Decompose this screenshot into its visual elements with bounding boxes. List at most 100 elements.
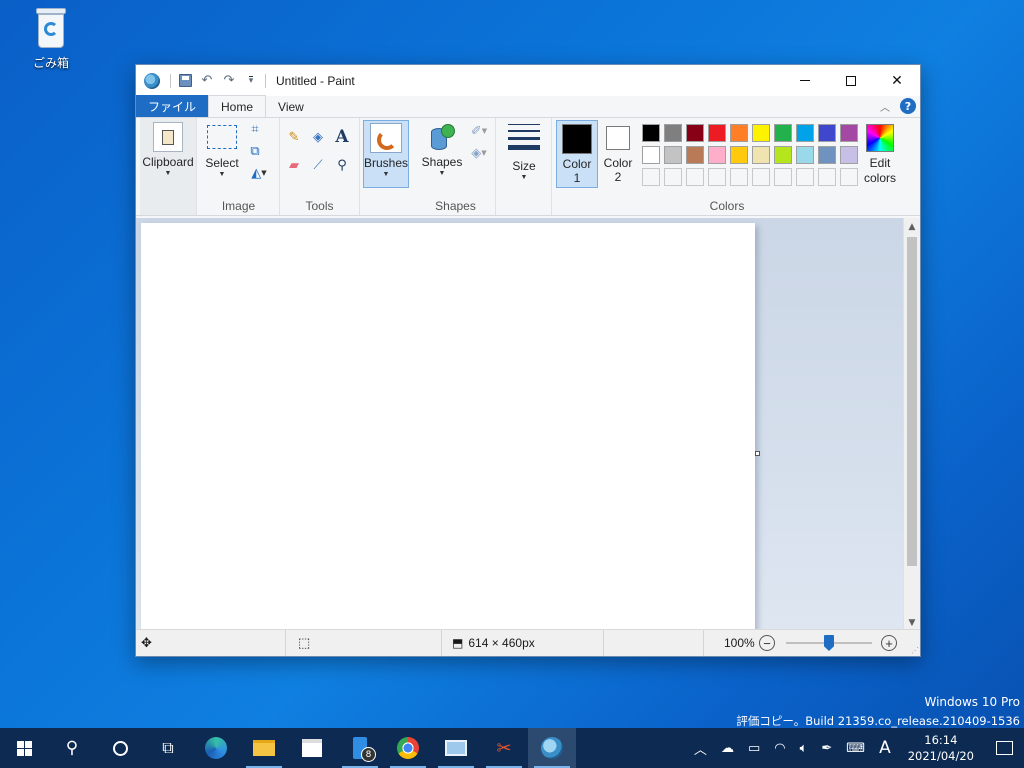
- color1-button[interactable]: Color 1: [556, 120, 598, 188]
- customize-qat-button[interactable]: ▾: [243, 73, 259, 89]
- maximize-button[interactable]: [828, 65, 874, 96]
- palette-custom-slot[interactable]: [664, 168, 682, 186]
- vertical-scrollbar[interactable]: ▲ ▼: [903, 218, 920, 631]
- onedrive-button[interactable]: ☁: [714, 741, 741, 756]
- touch-keyboard-button[interactable]: ⌨: [839, 741, 872, 756]
- recycle-bin-desktop-icon[interactable]: ごみ箱: [24, 8, 78, 71]
- eraser-icon[interactable]: ▰: [285, 156, 303, 174]
- color-picker-icon[interactable]: ⟋: [309, 156, 327, 174]
- task-view-button[interactable]: ⧉: [144, 728, 192, 768]
- zoom-in-button[interactable]: +: [881, 635, 897, 651]
- palette-custom-slot[interactable]: [774, 168, 792, 186]
- file-size-cell: [604, 630, 704, 656]
- redo-button[interactable]: ↷: [221, 73, 237, 89]
- select-button[interactable]: Select ▼: [200, 120, 244, 179]
- rotate-icon[interactable]: ◭ ▼: [246, 164, 272, 182]
- start-button[interactable]: [0, 728, 48, 768]
- remote-desktop-button[interactable]: [432, 728, 480, 768]
- palette-color-swatch[interactable]: [752, 146, 770, 164]
- tab-view[interactable]: View: [266, 96, 316, 117]
- color2-label-line2: 2: [614, 170, 622, 184]
- phone-app-button[interactable]: 8: [336, 728, 384, 768]
- palette-custom-slot[interactable]: [840, 168, 858, 186]
- outline-icon[interactable]: ✐ ▼: [466, 122, 492, 140]
- resize-grip-icon[interactable]: ⋰: [911, 646, 919, 655]
- search-button[interactable]: ⚲: [48, 728, 96, 768]
- palette-custom-slot[interactable]: [686, 168, 704, 186]
- palette-custom-slot[interactable]: [708, 168, 726, 186]
- edit-colors-button[interactable]: Edit colors: [860, 120, 900, 186]
- palette-color-swatch[interactable]: [818, 146, 836, 164]
- zoom-out-button[interactable]: −: [759, 635, 775, 651]
- text-icon[interactable]: A: [333, 127, 351, 147]
- palette-color-swatch[interactable]: [752, 124, 770, 142]
- palette-color-swatch[interactable]: [642, 124, 660, 142]
- help-icon[interactable]: ?: [900, 98, 916, 114]
- zoom-slider-thumb[interactable]: [824, 635, 834, 651]
- minimize-button[interactable]: [782, 65, 828, 96]
- file-explorer-button[interactable]: [240, 728, 288, 768]
- palette-color-swatch[interactable]: [664, 124, 682, 142]
- store-button[interactable]: [288, 728, 336, 768]
- show-hidden-icons-button[interactable]: ︿: [687, 739, 714, 758]
- save-button[interactable]: [177, 73, 193, 89]
- canvas-workspace[interactable]: [136, 218, 903, 631]
- palette-custom-slot[interactable]: [752, 168, 770, 186]
- crop-icon[interactable]: ⌗: [246, 120, 264, 138]
- palette-custom-slot[interactable]: [796, 168, 814, 186]
- tab-home[interactable]: Home: [208, 95, 267, 117]
- scrollbar-thumb[interactable]: [907, 237, 917, 566]
- drawing-canvas[interactable]: [141, 223, 755, 631]
- minimize-ribbon-icon[interactable]: ︿: [880, 99, 890, 114]
- palette-custom-slot[interactable]: [818, 168, 836, 186]
- action-center-button[interactable]: [984, 728, 1024, 768]
- palette-color-swatch[interactable]: [796, 124, 814, 142]
- palette-color-swatch[interactable]: [708, 124, 726, 142]
- palette-color-swatch[interactable]: [796, 146, 814, 164]
- fill-style-icon[interactable]: ◈ ▼: [466, 144, 492, 162]
- palette-color-swatch[interactable]: [818, 124, 836, 142]
- palette-color-swatch[interactable]: [840, 146, 858, 164]
- palette-color-swatch[interactable]: [730, 124, 748, 142]
- paint-taskbar-button[interactable]: [528, 728, 576, 768]
- chrome-button[interactable]: [384, 728, 432, 768]
- tab-file[interactable]: ファイル: [136, 95, 209, 117]
- palette-color-swatch[interactable]: [642, 146, 660, 164]
- palette-color-swatch[interactable]: [686, 124, 704, 142]
- clock[interactable]: 16:14 2021/04/20: [898, 732, 984, 764]
- palette-custom-slot[interactable]: [730, 168, 748, 186]
- scroll-up-icon[interactable]: ▲: [904, 218, 920, 235]
- volume-button[interactable]: 🔈︎: [793, 741, 815, 756]
- palette-custom-slot[interactable]: [642, 168, 660, 186]
- snipping-tool-button[interactable]: ✂: [480, 728, 528, 768]
- edge-button[interactable]: [192, 728, 240, 768]
- title-bar[interactable]: ↶ ↷ ▾ Untitled - Paint ✕: [136, 65, 920, 96]
- network-button[interactable]: ◠: [767, 741, 792, 756]
- brushes-button[interactable]: Brushes ▼: [363, 120, 409, 188]
- fill-icon[interactable]: ◈: [309, 128, 327, 146]
- palette-color-swatch[interactable]: [774, 146, 792, 164]
- palette-color-swatch[interactable]: [664, 146, 682, 164]
- ime-indicator[interactable]: A: [872, 738, 898, 758]
- size-button[interactable]: Size ▼: [502, 120, 546, 182]
- undo-icon: ↶: [201, 73, 213, 88]
- palette-color-swatch[interactable]: [840, 124, 858, 142]
- window-title: Untitled - Paint: [276, 73, 355, 88]
- undo-button[interactable]: ↶: [199, 73, 215, 89]
- resize-icon[interactable]: ⧉: [246, 142, 264, 160]
- palette-color-swatch[interactable]: [774, 124, 792, 142]
- palette-color-swatch[interactable]: [708, 146, 726, 164]
- close-button[interactable]: ✕: [874, 65, 920, 96]
- battery-button[interactable]: ▭: [741, 741, 767, 756]
- cortana-button[interactable]: [96, 728, 144, 768]
- color2-button[interactable]: Color 2: [600, 120, 636, 188]
- palette-color-swatch[interactable]: [686, 146, 704, 164]
- pen-workspace-button[interactable]: ✒: [814, 741, 839, 756]
- clipboard-button[interactable]: Clipboard ▼: [140, 120, 196, 178]
- shapes-button[interactable]: Shapes ▼: [420, 120, 464, 178]
- magnifier-icon[interactable]: ⚲: [333, 156, 351, 174]
- canvas-resize-handle[interactable]: [755, 451, 760, 456]
- paint-app-icon[interactable]: [144, 72, 160, 89]
- pencil-icon[interactable]: ✎: [285, 128, 303, 146]
- palette-color-swatch[interactable]: [730, 146, 748, 164]
